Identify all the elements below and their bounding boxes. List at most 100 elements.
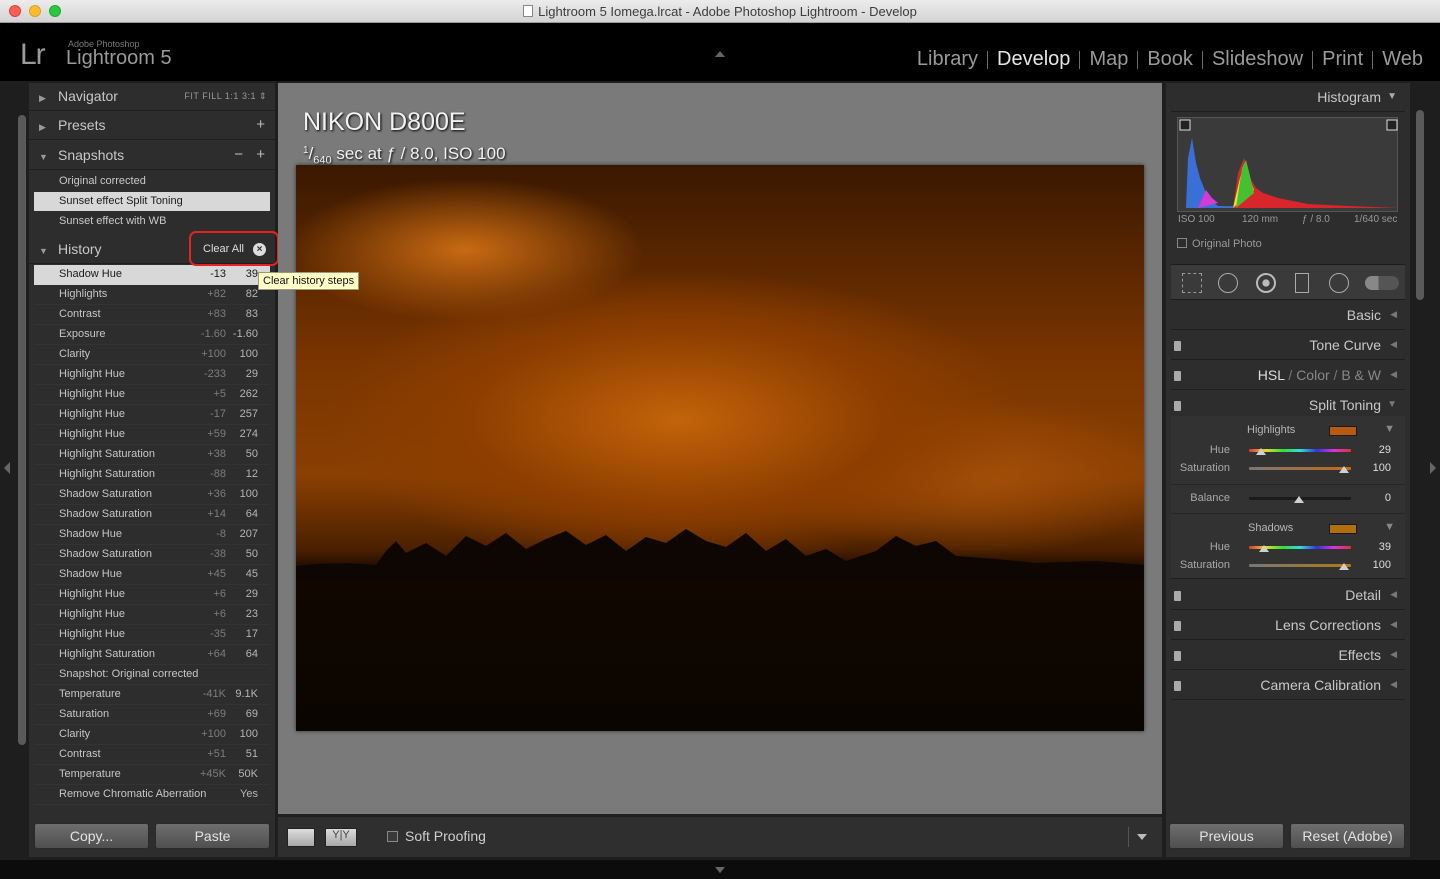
history-row[interactable]: Contrast +83 83 <box>34 305 270 325</box>
left-panel-toggle-icon[interactable] <box>4 462 10 474</box>
navigator-zoom-options[interactable]: FIT FILL 1:1 3:1 ⇕ <box>184 91 267 102</box>
shadows-color-swatch[interactable] <box>1329 524 1357 534</box>
previous-button[interactable]: Previous <box>1169 823 1284 849</box>
histogram-header[interactable]: Histogram ▼ <box>1171 83 1405 112</box>
navigator-header[interactable]: ▶ Navigator FIT FILL 1:1 3:1 ⇕ <box>29 83 275 111</box>
panel-switch[interactable] <box>1174 401 1181 411</box>
history-row[interactable]: Highlight Hue -17 257 <box>34 405 270 425</box>
history-row[interactable]: Snapshot: Original corrected <box>34 665 270 685</box>
hsl-header[interactable]: HSL / Color / B & W ◀ <box>1171 361 1405 390</box>
basic-header[interactable]: Basic ◀ <box>1171 301 1405 330</box>
snapshots-header[interactable]: ▼ Snapshots − + <box>29 142 275 170</box>
paste-button[interactable]: Paste <box>155 823 270 849</box>
history-row[interactable]: Shadow Saturation -38 50 <box>34 545 270 565</box>
presets-header[interactable]: ▶ Presets + <box>29 112 275 140</box>
histogram[interactable] <box>1177 117 1398 212</box>
panel-switch[interactable] <box>1174 651 1181 661</box>
crop-tool-icon[interactable] <box>1182 273 1202 293</box>
slider-thumb[interactable] <box>1339 563 1349 570</box>
graduated-filter-icon[interactable] <box>1295 273 1309 293</box>
snapshot-item[interactable]: Sunset effect with WB <box>34 212 270 231</box>
effects-header[interactable]: Effects ◀ <box>1171 641 1405 670</box>
history-row[interactable]: Highlight Saturation +38 50 <box>34 445 270 465</box>
history-row[interactable]: Remove Chromatic Aberration Yes <box>34 785 270 805</box>
history-row[interactable]: Shadow Hue -13 39 <box>34 265 270 285</box>
reset-button[interactable]: Reset (Adobe) <box>1290 823 1405 849</box>
filmstrip-toggle-icon[interactable] <box>715 867 725 873</box>
loupe-view-button[interactable] <box>287 828 315 847</box>
collapse-arrow-icon: ◀ <box>1390 649 1397 659</box>
tab-color[interactable]: Color <box>1296 367 1329 383</box>
detail-header[interactable]: Detail ◀ <box>1171 581 1405 610</box>
right-scrollbar[interactable] <box>1416 110 1424 300</box>
top-panel-toggle-icon[interactable] <box>715 51 725 57</box>
history-row[interactable]: Highlights +82 82 <box>34 285 270 305</box>
module-print[interactable]: Print <box>1313 48 1372 71</box>
lens-corrections-header[interactable]: Lens Corrections ◀ <box>1171 611 1405 640</box>
right-panel-toggle-icon[interactable] <box>1430 462 1436 474</box>
toolbar-options-dropdown[interactable] <box>1128 827 1154 847</box>
module-map[interactable]: Map <box>1080 48 1137 71</box>
photo[interactable] <box>296 165 1144 731</box>
slider-thumb[interactable] <box>1256 448 1266 455</box>
module-slideshow[interactable]: Slideshow <box>1203 48 1312 71</box>
history-row[interactable]: Highlight Hue +6 23 <box>34 605 270 625</box>
module-book[interactable]: Book <box>1138 48 1202 71</box>
module-develop[interactable]: Develop <box>988 48 1079 71</box>
highlights-saturation-slider[interactable] <box>1249 467 1351 470</box>
history-row[interactable]: Enable Lens ProfileYes <box>34 805 270 808</box>
slider-thumb[interactable] <box>1294 496 1304 503</box>
history-row[interactable]: Highlight Hue -233 29 <box>34 365 270 385</box>
panel-switch[interactable] <box>1174 591 1181 601</box>
highlights-color-swatch[interactable] <box>1329 426 1357 436</box>
history-row[interactable]: Clarity +100 100 <box>34 345 270 365</box>
remove-snapshot-button[interactable]: − <box>234 146 243 163</box>
history-row[interactable]: Exposure -1.60 -1.60 <box>34 325 270 345</box>
history-row[interactable]: Shadow Hue +45 45 <box>34 565 270 585</box>
history-row[interactable]: Shadow Saturation +36 100 <box>34 485 270 505</box>
panel-switch[interactable] <box>1174 681 1181 691</box>
panel-switch[interactable] <box>1174 341 1181 351</box>
history-row[interactable]: Shadow Saturation +14 64 <box>34 505 270 525</box>
history-row[interactable]: Temperature +45K 50K <box>34 765 270 785</box>
add-preset-button[interactable]: + <box>256 116 265 133</box>
radial-filter-icon[interactable] <box>1329 273 1349 293</box>
history-row[interactable]: Highlight Hue -35 17 <box>34 625 270 645</box>
history-row[interactable]: Clarity +100 100 <box>34 725 270 745</box>
copy-button[interactable]: Copy... <box>34 823 149 849</box>
red-eye-icon[interactable] <box>1256 273 1276 293</box>
snapshot-item[interactable]: Original corrected <box>34 172 270 191</box>
before-after-button[interactable]: Y|Y <box>325 828 357 847</box>
adjustment-brush-icon[interactable] <box>1365 276 1399 290</box>
panel-switch[interactable] <box>1174 621 1181 631</box>
module-library[interactable]: Library <box>908 48 987 71</box>
left-scrollbar[interactable] <box>18 115 26 745</box>
soft-proofing-checkbox[interactable] <box>387 831 398 842</box>
slider-thumb[interactable] <box>1339 466 1349 473</box>
history-row[interactable]: Highlight Saturation -88 12 <box>34 465 270 485</box>
spot-removal-icon[interactable] <box>1218 273 1238 293</box>
shadows-saturation-slider[interactable] <box>1249 564 1351 567</box>
history-name: Highlights <box>59 288 108 300</box>
tone-curve-header[interactable]: Tone Curve ◀ <box>1171 331 1405 360</box>
tab-bw[interactable]: B & W <box>1341 367 1381 383</box>
history-name: Saturation <box>59 708 110 720</box>
shadows-picker-icon[interactable]: ▼ <box>1384 521 1395 533</box>
history-row[interactable]: Highlight Hue +5 262 <box>34 385 270 405</box>
panel-switch[interactable] <box>1174 371 1181 381</box>
history-row[interactable]: Highlight Hue +6 29 <box>34 585 270 605</box>
highlights-picker-icon[interactable]: ▼ <box>1384 423 1395 435</box>
history-row[interactable]: Temperature -41K 9.1K <box>34 685 270 705</box>
add-snapshot-button[interactable]: + <box>256 146 265 163</box>
slider-thumb[interactable] <box>1259 545 1269 552</box>
history-row[interactable]: Highlight Saturation +64 64 <box>34 645 270 665</box>
snapshot-item[interactable]: Sunset effect Split Toning <box>34 192 270 211</box>
original-photo-checkbox[interactable]: Original Photo <box>1177 238 1262 250</box>
tab-hsl[interactable]: HSL <box>1258 367 1285 383</box>
history-row[interactable]: Highlight Hue +59 274 <box>34 425 270 445</box>
history-row[interactable]: Saturation +69 69 <box>34 705 270 725</box>
history-row[interactable]: Contrast +51 51 <box>34 745 270 765</box>
module-web[interactable]: Web <box>1373 48 1432 71</box>
history-row[interactable]: Shadow Hue -8 207 <box>34 525 270 545</box>
camera-calibration-header[interactable]: Camera Calibration ◀ <box>1171 671 1405 700</box>
